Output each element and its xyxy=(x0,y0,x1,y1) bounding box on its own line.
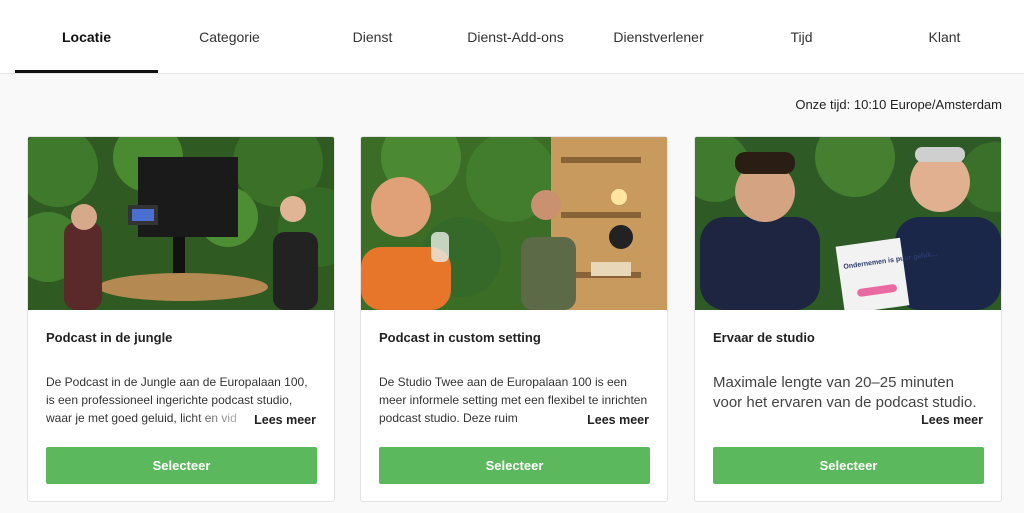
location-card: Podcast in custom setting De Studio Twee… xyxy=(360,136,668,502)
location-image xyxy=(28,137,334,310)
location-card: Ondernemen is puur geluk... Ervaar de st… xyxy=(694,136,1002,502)
tab-dienstverlener[interactable]: Dienstverlener xyxy=(587,0,730,74)
step-tabs: Locatie Categorie Dienst Dienst-Add-ons … xyxy=(0,0,1024,74)
card-description: Maximale lengte van 20–25 minuten voor h… xyxy=(713,374,977,411)
tab-dienst[interactable]: Dienst xyxy=(301,0,444,74)
location-image xyxy=(361,137,667,310)
read-more-link[interactable]: Lees meer xyxy=(248,413,316,427)
active-tab-indicator xyxy=(15,70,158,73)
read-more-link[interactable]: Lees meer xyxy=(915,413,983,427)
card-title: Ervaar de studio xyxy=(713,330,815,345)
select-button[interactable]: Selecteer xyxy=(46,447,317,484)
timezone-label: Onze tijd: 10:10 Europe/Amsterdam xyxy=(795,97,1002,112)
select-button[interactable]: Selecteer xyxy=(379,447,650,484)
read-more-link[interactable]: Lees meer xyxy=(581,413,649,427)
select-button[interactable]: Selecteer xyxy=(713,447,984,484)
location-image: Ondernemen is puur geluk... xyxy=(695,137,1001,310)
location-card: Podcast in de jungle De Podcast in de Ju… xyxy=(27,136,335,502)
tab-klant[interactable]: Klant xyxy=(873,0,1016,74)
card-title: Podcast in de jungle xyxy=(46,330,173,345)
tab-categorie[interactable]: Categorie xyxy=(158,0,301,74)
card-title: Podcast in custom setting xyxy=(379,330,541,345)
tab-locatie[interactable]: Locatie xyxy=(15,0,158,74)
tab-dienst-add-ons[interactable]: Dienst-Add-ons xyxy=(444,0,587,74)
tab-tijd[interactable]: Tijd xyxy=(730,0,873,74)
